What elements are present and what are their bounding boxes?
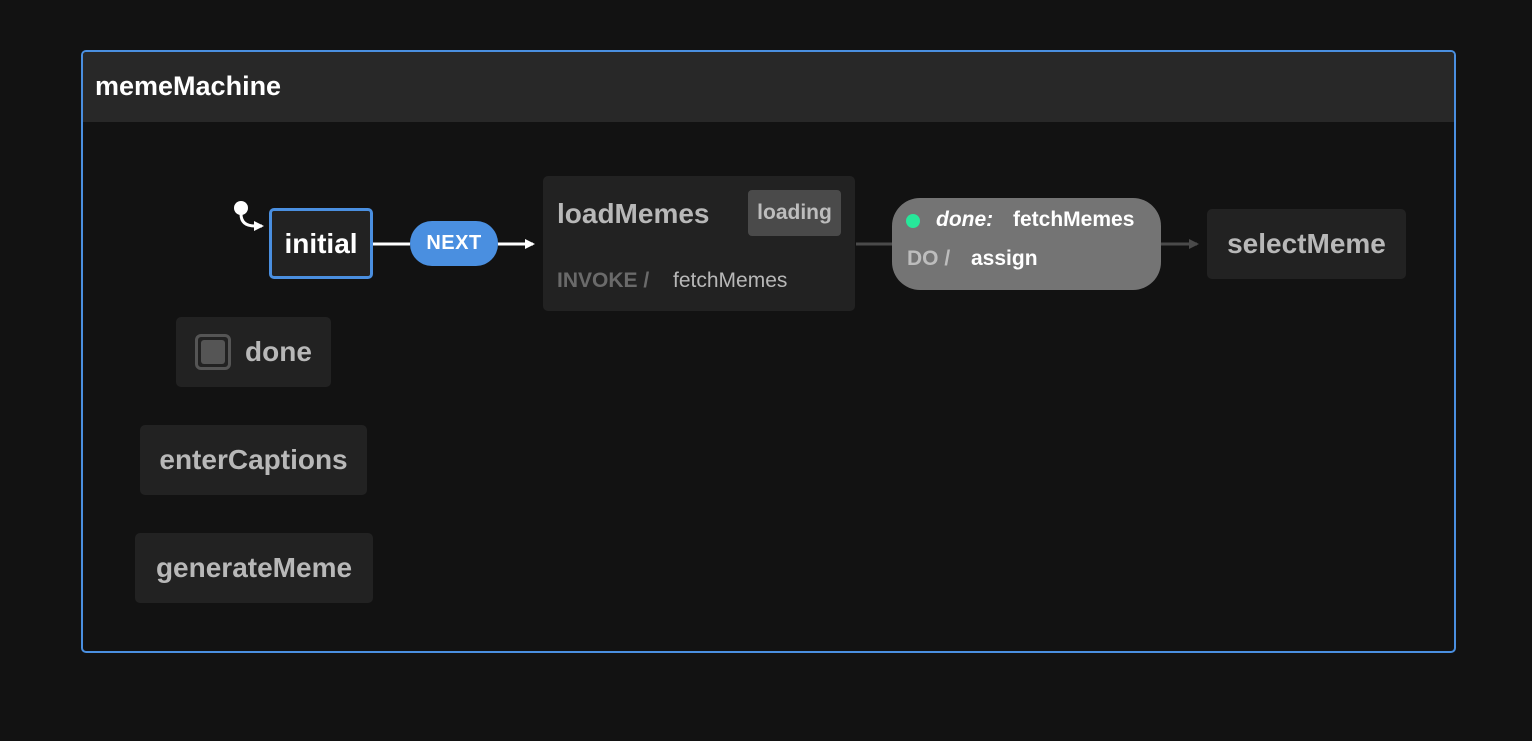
- done-value: fetchMemes: [1013, 208, 1135, 231]
- invoke-keyword: INVOKE /: [557, 269, 650, 292]
- statechart-canvas: memeMachine initial NEXT loadMemes loadi: [0, 0, 1532, 741]
- state-loadmemes-label: loadMemes: [557, 198, 710, 229]
- state-selectmeme-label: selectMeme: [1227, 228, 1386, 259]
- action-value: assign: [971, 247, 1038, 270]
- state-initial-label: initial: [284, 227, 358, 259]
- state-initial[interactable]: initial: [269, 208, 373, 279]
- state-done[interactable]: done: [176, 317, 331, 387]
- state-tag: loading: [748, 190, 841, 236]
- event-next-label: NEXT: [426, 232, 482, 254]
- state-entercaptions-label: enterCaptions: [159, 444, 348, 475]
- done-keyword: done:: [936, 208, 994, 231]
- event-next[interactable]: NEXT: [410, 221, 498, 266]
- state-generatememe-label: generateMeme: [155, 552, 353, 583]
- status-dot-icon: [906, 214, 920, 228]
- machine-header: memeMachine: [83, 52, 1454, 122]
- invoke-value: fetchMemes: [673, 269, 788, 292]
- final-state-icon: [195, 334, 232, 370]
- state-generatememe[interactable]: generateMeme: [135, 533, 373, 603]
- state-done-label: done: [245, 336, 312, 367]
- state-selectmeme[interactable]: selectMeme: [1207, 209, 1406, 279]
- machine-title: memeMachine: [95, 71, 282, 101]
- state-entercaptions[interactable]: enterCaptions: [140, 425, 367, 495]
- event-done-fetchmemes[interactable]: done: fetchMemes DO / assign: [892, 198, 1161, 290]
- state-loadmemes[interactable]: loadMemes loading INVOKE / fetchMemes: [543, 176, 855, 311]
- action-keyword: DO /: [907, 247, 951, 270]
